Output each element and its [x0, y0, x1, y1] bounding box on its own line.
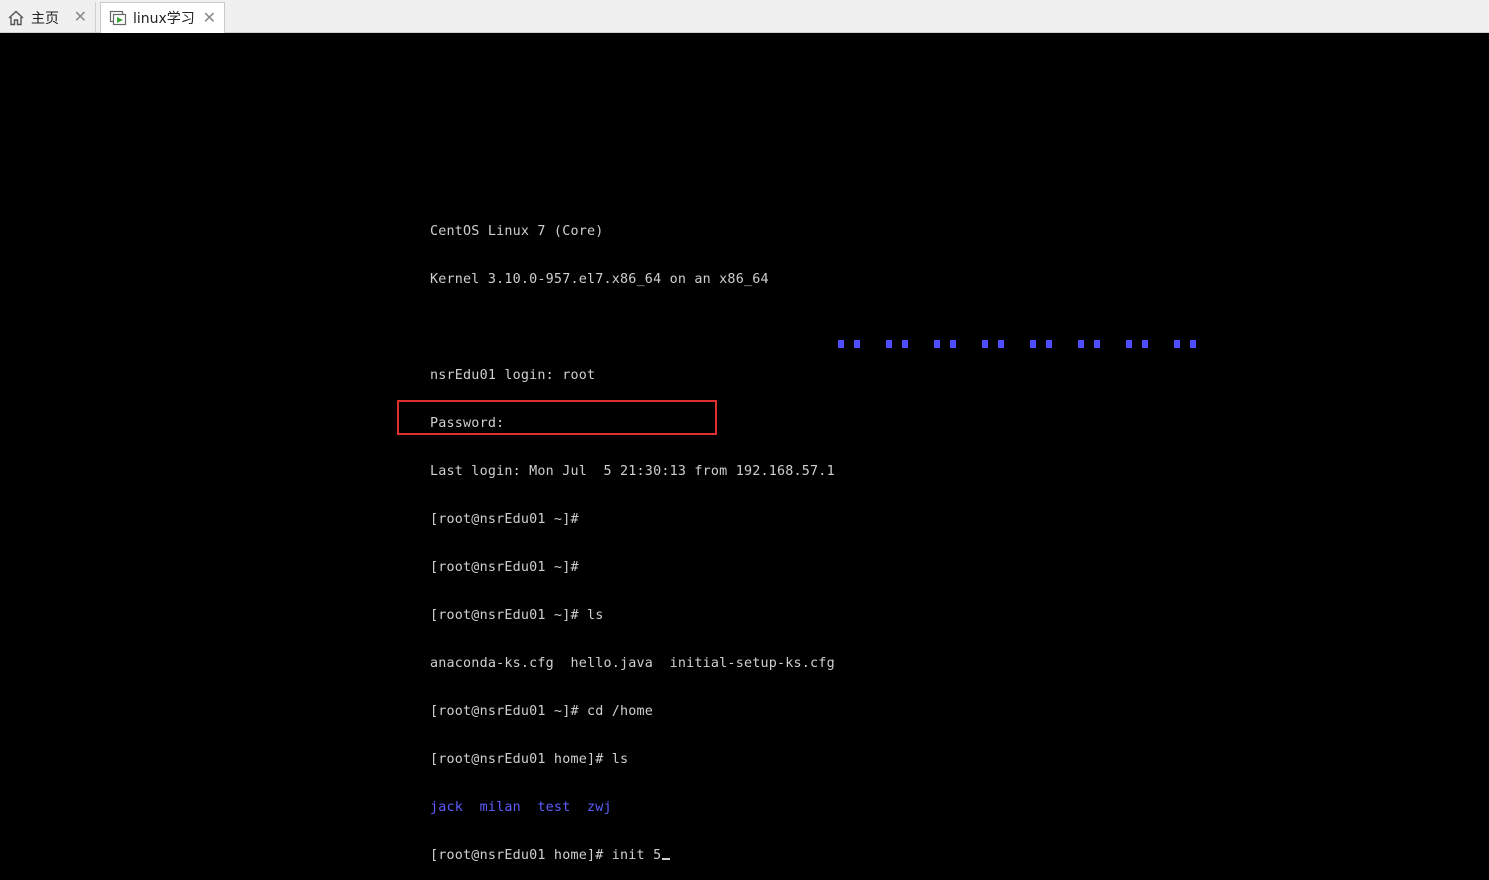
- tab-linux-vm[interactable]: linux学习 ✕: [100, 2, 225, 33]
- terminal-line: [root@nsrEdu01 ~]#: [430, 512, 579, 527]
- glyph-artifact: [902, 340, 908, 348]
- tab-linux-vm-label: linux学习: [133, 11, 195, 27]
- terminal-line: Kernel 3.10.0-957.el7.x86_64 on an x86_6…: [430, 272, 769, 287]
- glyph-artifact: [1030, 340, 1036, 348]
- current-prompt-text: [root@nsrEdu01 home]# init 5: [430, 848, 662, 863]
- glyph-artifact: [838, 340, 844, 348]
- glyph-artifact: [1190, 340, 1196, 348]
- tab-home-label: 主页: [31, 10, 59, 27]
- close-icon[interactable]: ✕: [74, 8, 87, 26]
- terminal-line: [root@nsrEdu01 ~]# ls: [430, 608, 604, 623]
- directory-listing: jack milan test zwj: [430, 800, 612, 815]
- glyph-artifact: [1078, 340, 1084, 348]
- terminal-output: CentOS Linux 7 (Core) Kernel 3.10.0-957.…: [430, 192, 835, 880]
- glyph-artifact: [934, 340, 940, 348]
- terminal-line: [root@nsrEdu01 ~]# cd /home: [430, 704, 654, 719]
- terminal-line: CentOS Linux 7 (Core): [430, 224, 604, 239]
- text-cursor: [662, 858, 671, 860]
- glyph-artifact: [982, 340, 988, 348]
- glyph-artifact: [998, 340, 1004, 348]
- glyph-artifact: [1094, 340, 1100, 348]
- terminal-line: nsrEdu01 login: root: [430, 368, 596, 383]
- current-prompt-line: [root@nsrEdu01 home]# init 5: [430, 848, 835, 864]
- terminal-line: anaconda-ks.cfg hello.java initial-setup…: [430, 656, 835, 671]
- glyph-artifact: [886, 340, 892, 348]
- vm-icon: [109, 9, 127, 27]
- tab-bar: 主页 ✕ linux学习 ✕: [0, 0, 1489, 33]
- glyph-artifact: [1142, 340, 1148, 348]
- home-icon: [7, 9, 25, 27]
- glyph-artifact: [1046, 340, 1052, 348]
- close-icon[interactable]: ✕: [203, 9, 216, 27]
- terminal-line: [root@nsrEdu01 home]# ls: [430, 752, 629, 767]
- highlight-box: [397, 400, 717, 435]
- tab-home[interactable]: 主页 ✕: [0, 2, 96, 33]
- glyph-artifact: [854, 340, 860, 348]
- glyph-artifact: [950, 340, 956, 348]
- terminal-line: Last login: Mon Jul 5 21:30:13 from 192.…: [430, 464, 835, 479]
- glyph-artifact: [1174, 340, 1180, 348]
- glyph-artifact: [1126, 340, 1132, 348]
- terminal-line: [root@nsrEdu01 ~]#: [430, 560, 579, 575]
